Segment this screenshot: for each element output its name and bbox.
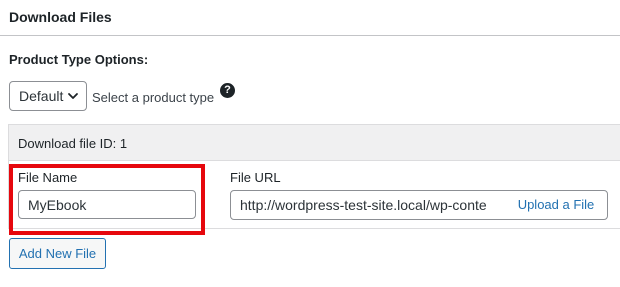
download-file-id-label: Download file ID: 1 xyxy=(18,136,128,151)
panel-title: Download Files xyxy=(9,9,112,25)
download-file-header: Download file ID: 1 xyxy=(9,125,620,161)
help-icon[interactable]: ? xyxy=(220,83,235,98)
title-divider xyxy=(0,35,620,36)
product-type-hint: Select a product type xyxy=(92,90,215,105)
file-name-input[interactable]: MyEbook xyxy=(18,190,196,219)
file-name-label: File Name xyxy=(18,170,78,185)
add-new-file-button[interactable]: Add New File xyxy=(9,238,106,269)
product-type-select[interactable]: Default xyxy=(9,81,87,111)
file-url-label: File URL xyxy=(230,170,281,185)
product-type-label: Product Type Options: xyxy=(9,52,149,67)
upload-file-button[interactable]: Upload a File xyxy=(509,191,603,217)
product-type-selected-value: Default xyxy=(19,88,64,104)
file-url-value: http://wordpress-test-site.local/wp-cont… xyxy=(240,197,487,213)
chevron-down-icon xyxy=(68,93,78,99)
